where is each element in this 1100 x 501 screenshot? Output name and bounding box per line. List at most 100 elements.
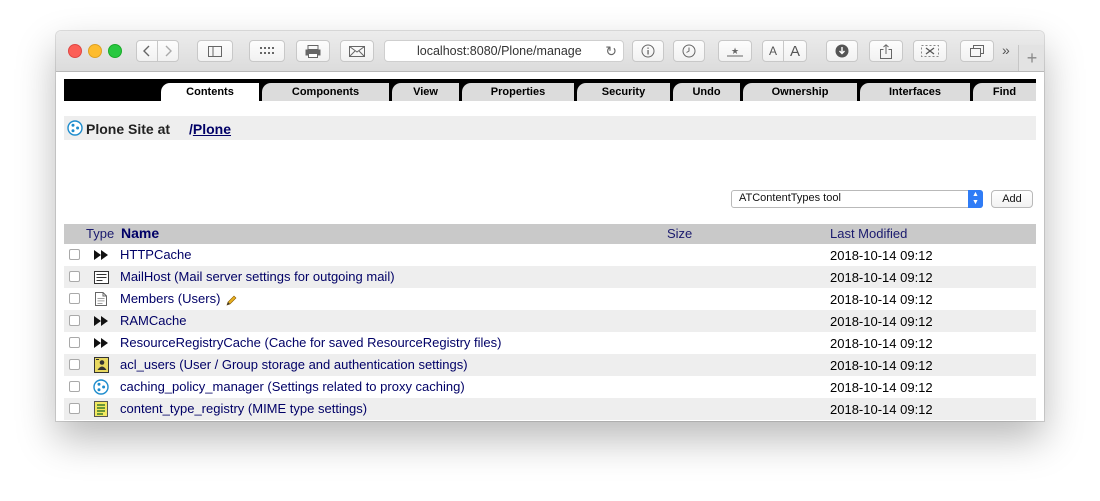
row-name-text[interactable]: acl_users (User / Group storage and auth… xyxy=(120,357,468,372)
add-type-select[interactable]: ATContentTypes tool ▲ ▼ xyxy=(731,190,983,208)
table-row: error_log (Error and exceptions log view… xyxy=(64,420,1036,421)
tab-find[interactable]: Find xyxy=(973,83,1036,101)
row-name-link[interactable]: caching_policy_manager (Settings related… xyxy=(120,379,465,394)
bookmark-button[interactable]: ★ xyxy=(718,40,752,62)
row-name-link[interactable]: content_type_registry (MIME type setting… xyxy=(120,401,367,416)
fast-forward-icon xyxy=(93,313,109,329)
printer-icon xyxy=(305,44,321,58)
font-larger-button[interactable]: A xyxy=(783,40,807,62)
tab-properties[interactable]: Properties xyxy=(462,83,574,101)
tab-view[interactable]: View xyxy=(392,83,459,101)
site-header: Plone Site at /Plone xyxy=(64,116,1036,140)
row-modified: 2018-10-14 09:12 xyxy=(830,336,933,351)
reload-icon[interactable]: ↻ xyxy=(605,43,617,60)
grid-icon xyxy=(260,47,274,54)
scissors-icon xyxy=(921,45,939,57)
row-name-text[interactable]: HTTPCache xyxy=(120,247,192,262)
font-smaller-button[interactable]: A xyxy=(762,40,784,62)
table-row: HTTPCache 2018-10-14 09:12 xyxy=(64,244,1036,266)
row-modified: 2018-10-14 09:12 xyxy=(830,314,933,329)
new-tab-button[interactable]: + xyxy=(1018,45,1044,71)
table-row: acl_users (User / Group storage and auth… xyxy=(64,354,1036,376)
envelope-icon xyxy=(349,45,365,57)
row-checkbox[interactable] xyxy=(69,271,80,282)
row-checkbox[interactable] xyxy=(69,359,80,370)
row-checkbox[interactable] xyxy=(69,403,80,414)
sidebar-button[interactable] xyxy=(197,40,233,62)
add-button[interactable]: Add xyxy=(991,190,1033,208)
tab-interfaces[interactable]: Interfaces xyxy=(860,83,970,101)
page-content: Contents Components View Properties Secu… xyxy=(56,72,1044,421)
browser-toolbar: localhost:8080/Plone/manage ↻ ★ A A » + xyxy=(56,31,1044,72)
top-sites-button[interactable] xyxy=(249,40,285,62)
print-button[interactable] xyxy=(296,40,330,62)
row-name-link[interactable]: HTTPCache xyxy=(120,247,192,262)
back-button[interactable] xyxy=(136,40,158,62)
site-path-name[interactable]: Plone xyxy=(193,121,231,137)
minimize-window-button[interactable] xyxy=(88,44,102,58)
row-checkbox[interactable] xyxy=(69,315,80,326)
select-arrows-icon: ▲ ▼ xyxy=(968,190,983,208)
document-icon xyxy=(93,291,109,307)
plone-icon xyxy=(93,379,109,395)
row-name-link[interactable]: MailHost (Mail server settings for outgo… xyxy=(120,269,395,284)
site-title-prefix: Plone Site at xyxy=(86,121,171,137)
row-checkbox[interactable] xyxy=(69,293,80,304)
sidebar-icon xyxy=(208,45,222,57)
chevron-left-icon xyxy=(143,45,150,57)
row-name-link[interactable]: acl_users (User / Group storage and auth… xyxy=(120,357,468,372)
more-chevron-icon[interactable]: » xyxy=(1002,42,1010,58)
row-name-text[interactable]: caching_policy_manager (Settings related… xyxy=(120,379,465,394)
history-button[interactable] xyxy=(673,40,705,62)
row-checkbox[interactable] xyxy=(69,381,80,392)
svg-text:★: ★ xyxy=(731,46,739,56)
clip-button[interactable] xyxy=(913,40,947,62)
row-modified: 2018-10-14 09:12 xyxy=(830,358,933,373)
tab-components[interactable]: Components xyxy=(262,83,389,101)
table-row: RAMCache 2018-10-14 09:12 xyxy=(64,310,1036,332)
address-bar[interactable]: localhost:8080/Plone/manage ↻ xyxy=(384,40,624,62)
row-name-link[interactable]: RAMCache xyxy=(120,313,186,328)
tab-contents[interactable]: Contents xyxy=(161,83,259,101)
tab-security[interactable]: Security xyxy=(577,83,670,101)
tab-undo[interactable]: Undo xyxy=(673,83,740,101)
row-checkbox[interactable] xyxy=(69,337,80,348)
row-name-link[interactable]: ResourceRegistryCache (Cache for saved R… xyxy=(120,335,501,350)
info-button[interactable] xyxy=(632,40,664,62)
row-name-text[interactable]: content_type_registry (MIME type setting… xyxy=(120,401,367,416)
row-modified: 2018-10-14 09:12 xyxy=(830,402,933,417)
forward-button[interactable] xyxy=(157,40,179,62)
info-icon xyxy=(641,44,655,58)
row-name-link[interactable]: Members (Users) xyxy=(120,291,237,306)
row-name-text[interactable]: RAMCache xyxy=(120,313,186,328)
add-type-selected: ATContentTypes tool xyxy=(739,192,841,204)
col-modified[interactable]: Last Modified xyxy=(830,226,907,241)
star-box-icon: ★ xyxy=(727,46,743,57)
col-name[interactable]: Name xyxy=(121,225,159,241)
table-row: content_type_registry (MIME type setting… xyxy=(64,398,1036,420)
fast-forward-icon xyxy=(93,247,109,263)
downloads-button[interactable] xyxy=(826,40,858,62)
table-row: ResourceRegistryCache (Cache for saved R… xyxy=(64,332,1036,354)
col-size[interactable]: Size xyxy=(667,226,692,241)
pencil-icon xyxy=(226,295,237,306)
zoom-window-button[interactable] xyxy=(108,44,122,58)
tab-ownership[interactable]: Ownership xyxy=(743,83,857,101)
browser-window: localhost:8080/Plone/manage ↻ ★ A A » + xyxy=(56,31,1044,421)
tabs-overview-button[interactable] xyxy=(960,40,994,62)
site-path-link[interactable]: /Plone xyxy=(189,121,231,137)
row-modified: 2018-10-14 09:12 xyxy=(830,380,933,395)
table-row: MailHost (Mail server settings for outgo… xyxy=(64,266,1036,288)
close-window-button[interactable] xyxy=(68,44,82,58)
tabs-icon xyxy=(970,45,984,57)
share-button[interactable] xyxy=(869,40,903,62)
row-name-text[interactable]: ResourceRegistryCache (Cache for saved R… xyxy=(120,335,501,350)
mail-button[interactable] xyxy=(340,40,374,62)
mailhost-icon xyxy=(93,269,109,285)
col-type[interactable]: Type xyxy=(86,226,114,241)
row-name-text[interactable]: Members (Users) xyxy=(120,291,220,306)
row-checkbox[interactable] xyxy=(69,249,80,260)
row-name-text[interactable]: MailHost (Mail server settings for outgo… xyxy=(120,269,395,284)
share-icon xyxy=(880,43,892,59)
chevron-right-icon xyxy=(165,45,172,57)
